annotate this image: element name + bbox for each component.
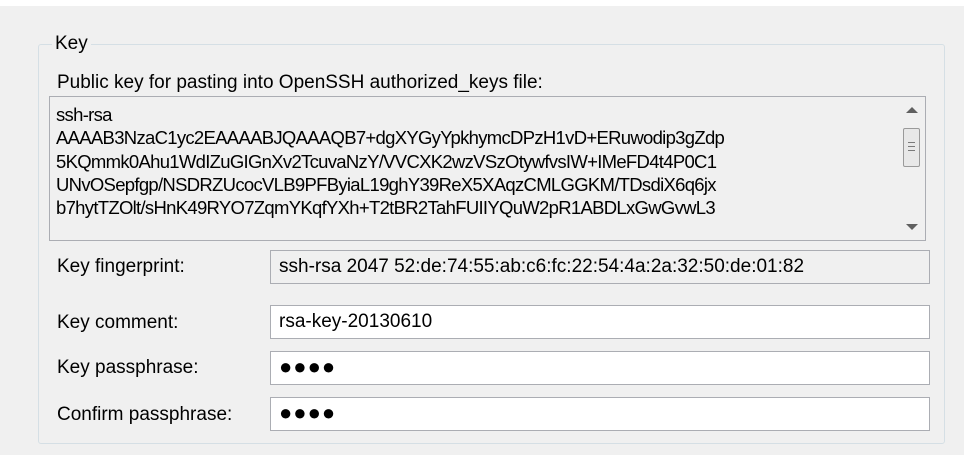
public-key-line: AAAAB3NzaC1yc2EAAAABJQAAAQB7+dgXYGyYpkhy… (56, 127, 725, 149)
public-key-text[interactable]: ssh-rsa AAAAB3NzaC1yc2EAAAABJQAAAQB7+dgX… (56, 103, 894, 236)
scroll-thumb[interactable] (903, 128, 920, 167)
key-passphrase-input[interactable]: ●●●● (270, 351, 930, 385)
public-key-line: ssh-rsa (56, 104, 112, 125)
arrow-up-icon (906, 107, 918, 113)
key-fingerprint-label: Key fingerprint: (57, 256, 185, 277)
public-key-caption: Public key for pasting into OpenSSH auth… (57, 72, 543, 93)
scroll-down-button[interactable] (899, 215, 925, 239)
grip-line (908, 142, 915, 143)
public-key-textbox[interactable]: ssh-rsa AAAAB3NzaC1yc2EAAAABJQAAAQB7+dgX… (49, 96, 926, 241)
scroll-up-button[interactable] (899, 98, 925, 122)
key-comment-label: Key comment: (57, 312, 179, 333)
public-key-line: UNvOSepfgp/NSDRZUcocVLB9PFByiaL19ghY39Re… (56, 173, 717, 195)
confirm-passphrase-label: Confirm passphrase: (57, 404, 233, 425)
public-key-line: b7hytTZOlt/sHnK49RYO7ZqmYKqfYXh+T2tBR2Ta… (56, 197, 716, 219)
confirm-passphrase-input[interactable]: ●●●● (270, 397, 930, 431)
key-passphrase-label: Key passphrase: (57, 357, 199, 378)
grip-line (908, 150, 915, 151)
key-group-title: Key (52, 33, 91, 55)
grip-line (908, 146, 915, 147)
key-comment-input[interactable]: rsa-key-20130610 (270, 305, 930, 339)
arrow-down-icon (906, 224, 918, 230)
key-fingerprint-field[interactable]: ssh-rsa 2047 52:de:74:55:ab:c6:fc:22:54:… (270, 250, 930, 284)
top-strip (0, 0, 964, 6)
puttygen-key-panel: Key Public key for pasting into OpenSSH … (0, 0, 964, 455)
public-key-line: 5KQmmk0Ahu1WdIZuGIGnXv2TcuvaNzY/VVCXK2wz… (56, 150, 717, 172)
public-key-scrollbar[interactable] (899, 97, 925, 240)
